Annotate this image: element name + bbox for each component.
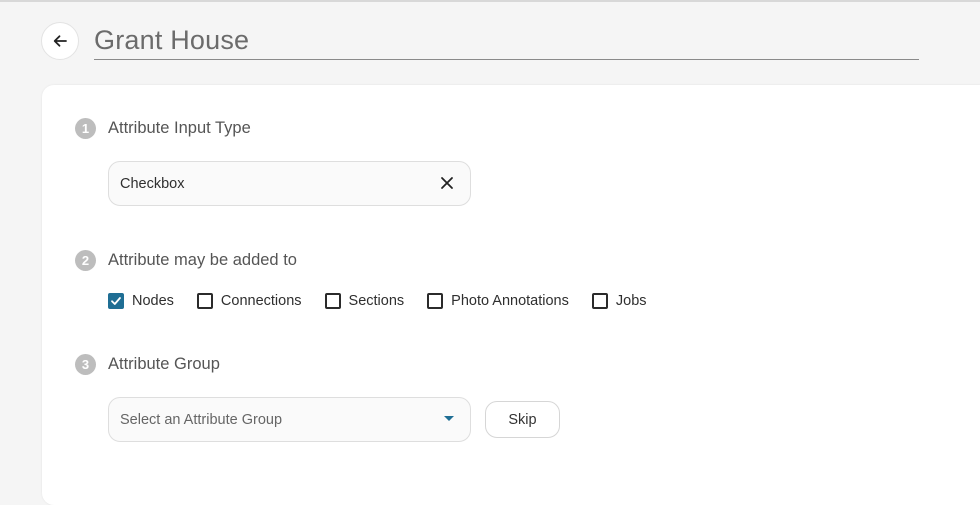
checkbox-jobs-box[interactable] (591, 293, 608, 309)
step-1-badge: 1 (75, 118, 96, 139)
close-icon[interactable] (438, 174, 456, 192)
checkbox-photo-annotations[interactable]: Photo Annotations (427, 293, 569, 309)
step-1-label: Attribute Input Type (108, 119, 251, 137)
checkbox-photo-annotations-box[interactable] (427, 293, 444, 309)
step-2-label: Attribute may be added to (108, 251, 297, 269)
checkbox-connections[interactable]: Connections (196, 293, 302, 309)
checkbox-jobs-label: Jobs (615, 293, 647, 309)
page-title: Grant House (94, 25, 250, 55)
step-2-badge: 2 (75, 250, 96, 271)
step-2: 2 Attribute may be added to (75, 250, 297, 271)
checkbox-nodes-box[interactable] (108, 293, 124, 309)
checkbox-sections[interactable]: Sections (324, 293, 405, 309)
checkbox-jobs[interactable]: Jobs (591, 293, 647, 309)
step-3: 3 Attribute Group (75, 354, 220, 375)
attribute-group-placeholder: Select an Attribute Group (120, 411, 283, 428)
page-header: Grant House (0, 0, 980, 84)
attribute-group-select[interactable]: Select an Attribute Group (108, 397, 471, 442)
checkbox-sections-box[interactable] (324, 293, 341, 309)
arrow-left-icon (53, 35, 67, 47)
checkbox-sections-label: Sections (348, 293, 405, 309)
checkbox-photo-annotations-label: Photo Annotations (451, 293, 569, 309)
target-checkbox-group: Nodes Connections Sections Photo Annotat… (108, 291, 670, 311)
title-field[interactable]: Grant House (94, 22, 919, 60)
skip-button[interactable]: Skip (485, 401, 560, 438)
check-icon (111, 297, 121, 305)
caret-down-icon[interactable] (444, 416, 454, 421)
back-button[interactable] (41, 22, 79, 60)
input-type-select[interactable]: Checkbox (108, 161, 471, 206)
step-1: 1 Attribute Input Type (75, 118, 251, 139)
input-type-value: Checkbox (120, 175, 185, 192)
step-3-badge: 3 (75, 354, 96, 375)
checkbox-nodes-label: Nodes (132, 293, 174, 309)
checkbox-connections-label: Connections (220, 293, 302, 309)
step-3-label: Attribute Group (108, 355, 220, 373)
checkbox-connections-box[interactable] (196, 293, 213, 309)
checkbox-nodes[interactable]: Nodes (108, 293, 174, 309)
